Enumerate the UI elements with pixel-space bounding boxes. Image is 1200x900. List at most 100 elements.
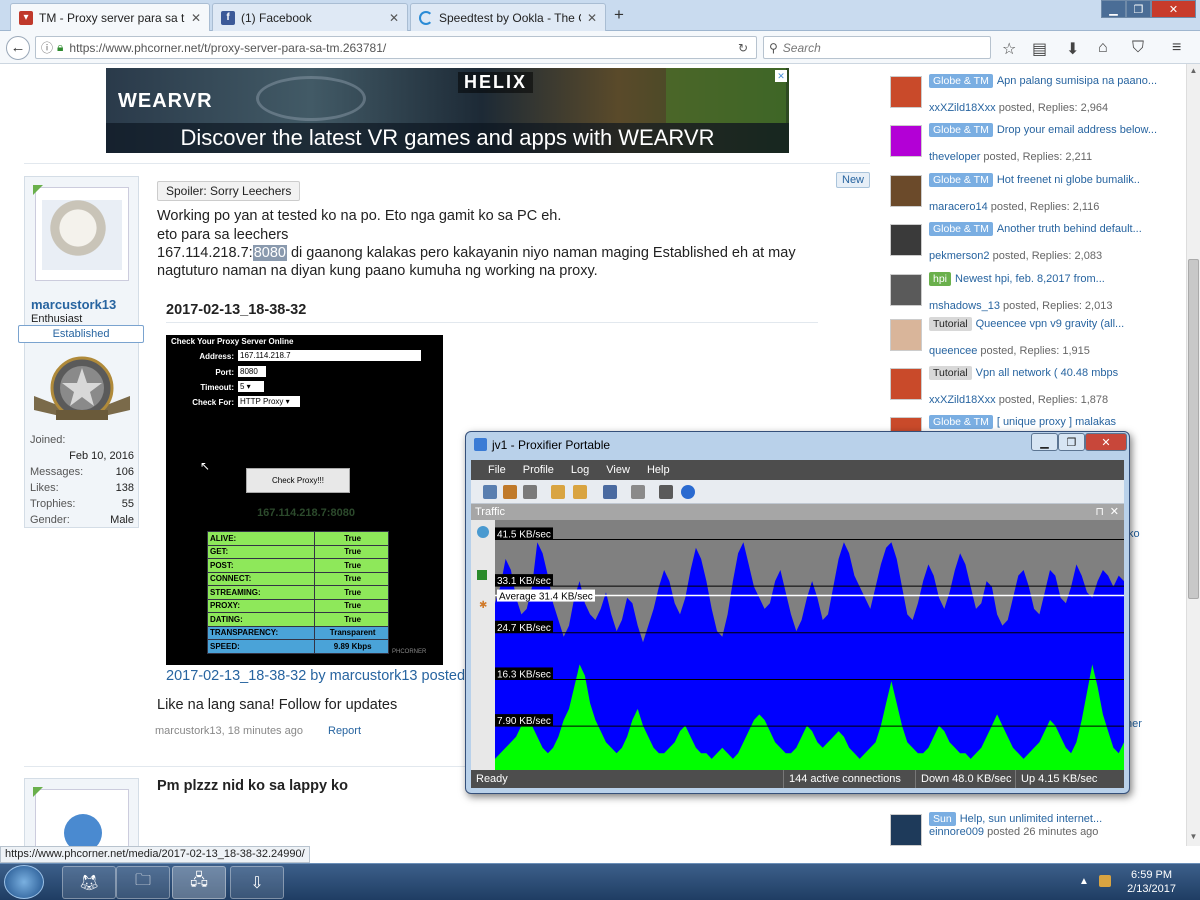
thread-tag[interactable]: Sun: [929, 812, 956, 826]
close-window-button[interactable]: ✕: [1085, 433, 1127, 451]
connections-icon[interactable]: [483, 485, 497, 499]
sidebar-thread[interactable]: Globe & TM Apn palang sumisipa na paano..…: [888, 74, 1184, 122]
sidebar-thread[interactable]: Tutorial Queencee vpn v9 gravity (all... q…: [888, 317, 1184, 365]
menu-view[interactable]: View: [606, 464, 630, 476]
thread-tag[interactable]: hpi: [929, 272, 952, 286]
url-text[interactable]: https://www.phcorner.net/t/proxy-server-…: [69, 41, 386, 55]
thread-title-text[interactable]: Drop your email address below...: [997, 124, 1157, 136]
thread-author[interactable]: theveloper: [929, 151, 980, 163]
thread-title-text[interactable]: Another truth behind default...: [997, 223, 1142, 235]
thread-title[interactable]: Globe & TM Apn palang sumisipa na paano..…: [929, 74, 1180, 88]
proxy-servers-icon[interactable]: [551, 485, 565, 499]
bookmark-star-icon[interactable]: ☆: [1002, 39, 1016, 59]
new-tab-button[interactable]: +: [614, 5, 624, 25]
download-icon[interactable]: ⬇: [1066, 39, 1079, 59]
minimize-button[interactable]: ▁: [1101, 0, 1126, 18]
thread-title[interactable]: Globe & TM Drop your email address below.…: [929, 123, 1180, 137]
scrollbar-thumb[interactable]: [1188, 259, 1199, 599]
explorer-taskbar-icon[interactable]: 🗀: [116, 866, 170, 899]
attachment-caption[interactable]: 2017-02-13_18-38-32 by marcustork13 post…: [166, 667, 465, 685]
thread-title-text[interactable]: [ unique proxy ] malakas: [997, 416, 1116, 428]
thread-title[interactable]: Globe & TM [ unique proxy ] malakas: [929, 415, 1180, 429]
thread-tag[interactable]: Globe & TM: [929, 415, 993, 429]
scroll-down-icon[interactable]: ▼: [1188, 832, 1199, 842]
menu-profile[interactable]: Profile: [523, 464, 554, 476]
thread-tag[interactable]: Tutorial: [929, 366, 972, 380]
thread-author[interactable]: xxXZild18Xxx: [929, 394, 996, 406]
start-button[interactable]: [4, 865, 44, 899]
thread-avatar[interactable]: [890, 175, 922, 207]
thread-avatar[interactable]: [890, 76, 922, 108]
sidebar-thread[interactable]: Sun Help, sun unlimited internet... einno…: [888, 812, 1184, 846]
traffic-icon[interactable]: [503, 485, 517, 499]
thread-title-text[interactable]: Newest hpi, feb. 8,2017 from...: [955, 273, 1105, 285]
sidebar-thread[interactable]: Tutorial Vpn all network ( 40.48 mbps xxXZ…: [888, 366, 1184, 414]
thread-title-text[interactable]: Hot freenet ni globe bumalik..: [997, 174, 1140, 186]
thread-avatar[interactable]: [890, 224, 922, 256]
firefox-taskbar-icon[interactable]: 🦊︎: [62, 866, 116, 899]
clock[interactable]: 6:59 PM 2/13/2017: [1127, 868, 1176, 896]
thread-author[interactable]: mshadows_13: [929, 300, 1000, 312]
pin-icon[interactable]: ⊓: [1095, 504, 1104, 520]
menu-help[interactable]: Help: [647, 464, 670, 476]
thread-avatar[interactable]: [890, 274, 922, 306]
menu-icon[interactable]: ≡: [1172, 39, 1181, 57]
close-window-button[interactable]: ✕: [1151, 0, 1196, 18]
copy-icon[interactable]: [631, 485, 645, 499]
spoiler-button[interactable]: Spoiler: Sorry Leechers: [157, 181, 301, 201]
maximize-button[interactable]: ❐: [1126, 0, 1151, 18]
sidebar-thread[interactable]: Globe & TM Drop your email address below.…: [888, 123, 1184, 171]
post-author[interactable]: marcustork13: [155, 725, 222, 737]
filter-icon[interactable]: ✱: [479, 600, 487, 612]
thread-title-text[interactable]: Apn palang sumisipa na paano...: [997, 75, 1157, 87]
sidebar-thread[interactable]: hpi Newest hpi, feb. 8,2017 from... mshado…: [888, 272, 1184, 320]
thread-author[interactable]: xxXZild18Xxx: [929, 102, 996, 114]
reload-icon[interactable]: ↻: [738, 41, 748, 55]
proxifier-taskbar-icon[interactable]: 🖧: [172, 866, 226, 899]
thread-title[interactable]: Globe & TM Hot freenet ni globe bumalik..: [929, 173, 1180, 187]
ad-banner[interactable]: WEARVR HELIX Discover the latest VR game…: [106, 68, 789, 153]
com-icon[interactable]: [523, 485, 537, 499]
report-link[interactable]: Report: [328, 725, 361, 737]
thread-title[interactable]: Sun Help, sun unlimited internet...: [929, 812, 1180, 826]
avatar[interactable]: [33, 185, 129, 281]
proxifier-window[interactable]: jv1 - Proxifier Portable ▁ ❐ ✕ File Prof…: [465, 431, 1130, 794]
thread-title-text[interactable]: Help, sun unlimited internet...: [960, 813, 1102, 825]
thread-tag[interactable]: Globe & TM: [929, 173, 993, 187]
tab-facebook[interactable]: f (1) Facebook ✕: [212, 3, 408, 31]
thread-author[interactable]: pekmerson2: [929, 250, 990, 262]
avatar[interactable]: [33, 787, 129, 846]
thread-title[interactable]: Tutorial Queencee vpn v9 gravity (all...: [929, 317, 1180, 331]
thread-author[interactable]: queencee: [929, 345, 977, 357]
app-taskbar-icon[interactable]: ⇩: [230, 866, 284, 899]
tab-speedtest[interactable]: Speedtest by Ookla - The G... ✕: [410, 3, 606, 31]
legend-upload-icon[interactable]: [477, 570, 487, 580]
close-icon[interactable]: ✕: [587, 11, 597, 25]
url-bar[interactable]: ⓘ 🔒︎ https://www.phcorner.net/t/proxy-se…: [35, 36, 757, 59]
save-icon[interactable]: [603, 485, 617, 499]
thread-title-text[interactable]: Vpn all network ( 40.48 mbps: [976, 367, 1118, 379]
tray-arrow-icon[interactable]: ▲: [1079, 876, 1089, 887]
thread-title[interactable]: Globe & TM Another truth behind default..…: [929, 222, 1180, 236]
scroll-up-icon[interactable]: ▲: [1188, 66, 1199, 76]
panel-close-icon[interactable]: ✕: [1110, 504, 1119, 520]
profiles-icon[interactable]: [573, 485, 587, 499]
close-icon[interactable]: ✕: [389, 11, 399, 25]
info-icon[interactable]: ⓘ: [41, 39, 53, 56]
pocket-icon[interactable]: ⛉: [1132, 39, 1144, 57]
thread-title[interactable]: hpi Newest hpi, feb. 8,2017 from...: [929, 272, 1180, 286]
thread-author[interactable]: einnore009: [929, 826, 984, 838]
minimize-button[interactable]: ▁: [1031, 433, 1058, 451]
back-button[interactable]: ←: [6, 36, 30, 60]
thread-avatar[interactable]: [890, 814, 922, 846]
close-icon[interactable]: ✕: [191, 11, 201, 25]
maximize-button[interactable]: ❐: [1058, 433, 1085, 451]
search-input[interactable]: ⚲ Search: [763, 36, 991, 59]
menu-file[interactable]: File: [488, 464, 506, 476]
page-scrollbar[interactable]: ▲ ▼: [1186, 64, 1200, 846]
thread-avatar[interactable]: [890, 368, 922, 400]
print-icon[interactable]: [659, 485, 673, 499]
zoom-icon[interactable]: [477, 526, 489, 538]
username[interactable]: marcustork13: [31, 297, 116, 312]
thread-author[interactable]: maracero14: [929, 201, 988, 213]
